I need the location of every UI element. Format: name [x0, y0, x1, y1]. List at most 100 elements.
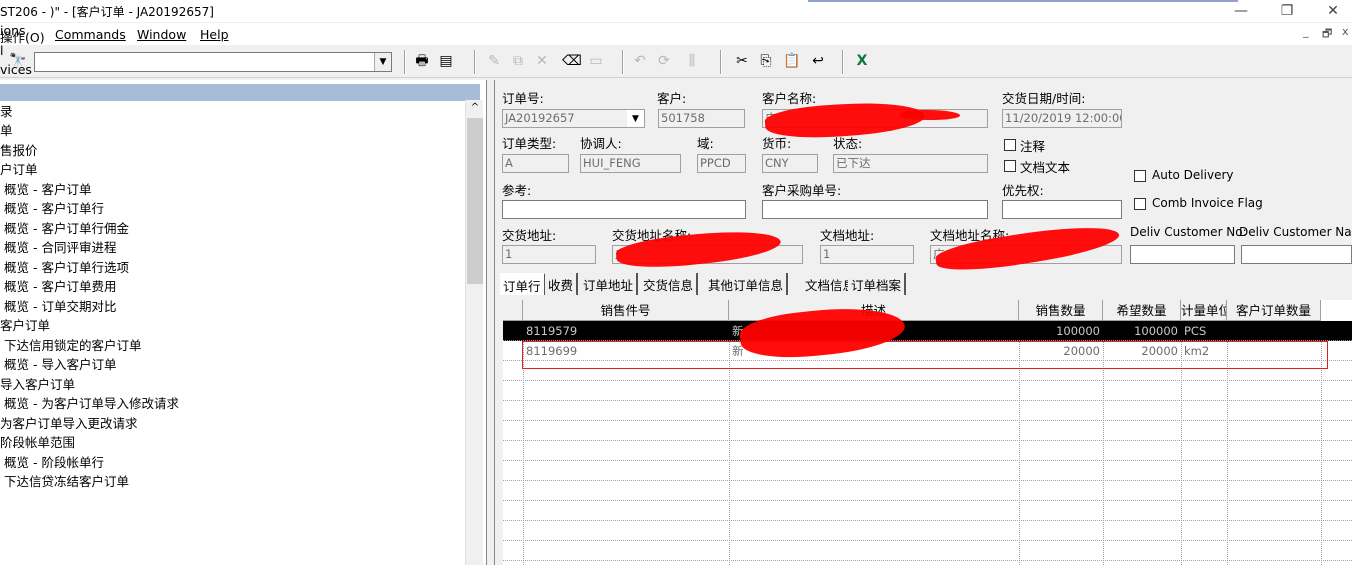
note-checkbox[interactable]	[1004, 139, 1016, 151]
tree-item[interactable]: 概览 - 客户订单	[4, 179, 91, 198]
mdi-minimize-button[interactable]: _	[1303, 25, 1309, 38]
paste-icon[interactable]: 📋	[782, 51, 802, 71]
auto-delivery-checkbox[interactable]	[1134, 170, 1146, 182]
column-header[interactable]: 希望数量	[1103, 300, 1181, 321]
tree-item[interactable]: 概览 - 订单交期对比	[4, 296, 116, 315]
scroll-up-icon[interactable]: ^	[466, 102, 484, 113]
menu-help[interactable]: Help	[200, 27, 229, 42]
domain-field[interactable]: PPCD	[697, 154, 746, 173]
tree-item[interactable]: vices	[0, 62, 32, 77]
tab-3[interactable]: 交货信息	[640, 273, 699, 295]
table-row[interactable]	[503, 381, 1352, 401]
tree-item[interactable]: 售报价	[0, 140, 38, 159]
table-row[interactable]	[503, 481, 1352, 501]
tree-item[interactable]: 下达信用锁定的客户订单	[4, 335, 142, 354]
undo-icon[interactable]: ↶	[630, 51, 650, 71]
column-header[interactable]: 销售数量	[1019, 300, 1103, 321]
print-icon[interactable]: 🖶	[412, 51, 432, 71]
tree-item[interactable]: 客户订单	[0, 315, 50, 334]
tree-item[interactable]: 概览 - 客户订单行佣金	[4, 218, 129, 237]
tree-item[interactable]: ions	[0, 23, 26, 38]
minimize-button[interactable]: —	[1218, 0, 1264, 22]
chevron-down-icon[interactable]: ▼	[627, 110, 644, 127]
tree-item[interactable]: 录	[0, 101, 13, 120]
comb-invoice-checkbox[interactable]	[1134, 198, 1146, 210]
coordinator-field[interactable]: HUI_FENG	[580, 154, 681, 173]
tree-item[interactable]: 概览 - 导入客户订单	[4, 354, 116, 373]
table-row[interactable]	[503, 421, 1352, 441]
table-row[interactable]	[503, 461, 1352, 481]
cell-qty[interactable]: 100000	[1019, 321, 1103, 341]
scroll-thumb[interactable]	[467, 118, 483, 284]
column-header[interactable]: 计量单位	[1181, 300, 1227, 321]
tree-item[interactable]: 概览 - 为客户订单导入修改请求	[4, 393, 179, 412]
tree-item[interactable]: l	[0, 43, 3, 58]
tree-item[interactable]: 概览 - 客户订单行	[4, 198, 104, 217]
table-row[interactable]: 8119579 新 100000 100000 PCS	[503, 321, 1352, 341]
undo-edit-icon[interactable]: ↩	[808, 51, 828, 71]
currency-field[interactable]: CNY	[762, 154, 818, 173]
cust-po-field[interactable]	[762, 200, 988, 219]
column-header[interactable]: 客户订单数量	[1227, 300, 1321, 321]
tree-item[interactable]: 概览 - 合同评审进程	[4, 237, 116, 256]
menu-window[interactable]: Window	[137, 27, 186, 42]
doc-addr-field[interactable]: 1	[820, 245, 914, 264]
deliv-cust-name-field[interactable]	[1241, 245, 1352, 264]
chevron-down-icon[interactable]: ▼	[374, 53, 391, 71]
doc-text-checkbox[interactable]	[1004, 160, 1016, 172]
column-header[interactable]: 销售件号	[523, 300, 729, 321]
order-no-field[interactable]: JA20192657 ▼	[502, 109, 645, 128]
deliv-addr-field[interactable]: 1	[502, 245, 596, 264]
tree-item[interactable]: 阶段帐单范围	[0, 432, 75, 451]
eraser-icon[interactable]: ⌫	[562, 51, 582, 71]
mdi-restore-button[interactable]: 🗗	[1322, 25, 1332, 44]
cell-wanted[interactable]: 100000	[1103, 321, 1181, 341]
table-row[interactable]	[503, 541, 1352, 561]
tab-1[interactable]: 收费	[545, 273, 579, 295]
cell-cust_qty[interactable]	[1227, 321, 1321, 341]
mdi-close-button[interactable]: x	[1342, 25, 1349, 38]
tree-item[interactable]: 单	[0, 120, 13, 139]
delete-icon[interactable]: ✕	[532, 51, 552, 71]
refresh-icon[interactable]: ⟳	[654, 51, 674, 71]
panel-splitter[interactable]	[487, 80, 495, 565]
tree-scrollbar[interactable]: ^	[465, 100, 483, 565]
cell-uom[interactable]: PCS	[1181, 321, 1227, 341]
tree-item[interactable]: 概览 - 客户订单行选项	[4, 257, 129, 276]
duplicate-icon[interactable]: ⧉	[508, 51, 528, 71]
table-row[interactable]	[503, 521, 1352, 541]
tree-item[interactable]: 导入客户订单	[0, 374, 75, 393]
tree-item[interactable]: 下达信贷冻结客户订单	[4, 471, 129, 490]
excel-icon[interactable]: X	[852, 51, 872, 71]
new-record-icon[interactable]: ✎	[484, 51, 504, 71]
customer-field[interactable]: 501758	[658, 109, 745, 128]
attach-icon[interactable]: ⫼	[682, 51, 702, 71]
table-row[interactable]	[503, 501, 1352, 521]
table-row[interactable]	[503, 441, 1352, 461]
reference-field[interactable]	[502, 200, 746, 219]
status-field[interactable]: 已下达	[833, 154, 988, 173]
copy-icon[interactable]: ⎘	[756, 51, 776, 71]
delivery-date-field[interactable]: 11/20/2019 12:00:00	[1002, 109, 1122, 128]
tree-item[interactable]: 户订单	[0, 159, 38, 178]
restore-button[interactable]: ❐	[1264, 0, 1310, 22]
tree-item[interactable]: 概览 - 阶段帐单行	[4, 452, 104, 471]
tree-item[interactable]: 概览 - 客户订单费用	[4, 276, 116, 295]
save-icon[interactable]: ▭	[586, 51, 606, 71]
deliv-cust-no-field[interactable]	[1130, 245, 1235, 264]
cut-icon[interactable]: ✂	[732, 51, 752, 71]
tab-6[interactable]: 订单档案	[848, 273, 907, 295]
close-button[interactable]: ✕	[1310, 0, 1352, 22]
search-combo[interactable]: ▼	[34, 52, 392, 72]
cell-part[interactable]: 8119579	[523, 321, 729, 341]
cust-po-label: 客户采购单号:	[762, 183, 842, 198]
menu-commands[interactable]: Commands	[55, 27, 126, 42]
order-type-field[interactable]: A	[502, 154, 569, 173]
tab-4[interactable]: 其他订单信息	[705, 273, 789, 295]
priority-field[interactable]	[1002, 200, 1122, 219]
tree-item[interactable]: 为客户订单导入更改请求	[0, 413, 138, 432]
tab-0[interactable]: 订单行	[500, 273, 546, 295]
table-row[interactable]	[503, 401, 1352, 421]
tab-2[interactable]: 订单地址	[580, 273, 639, 295]
print-preview-icon[interactable]: ▤	[436, 51, 456, 71]
